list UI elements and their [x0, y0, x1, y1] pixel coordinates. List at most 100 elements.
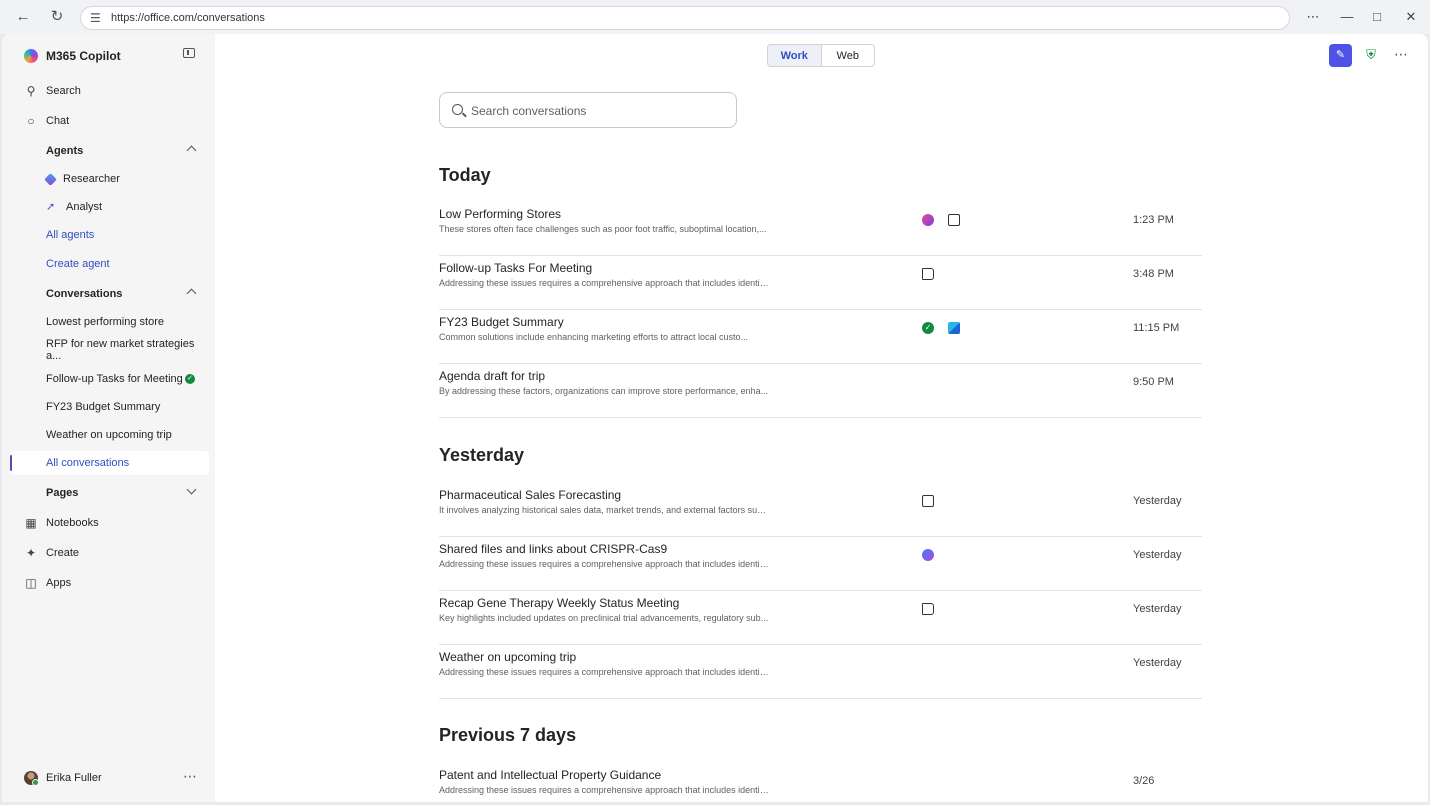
app-window: M365 Copilot ⚲ Search ○ Chat Agents Rese…: [2, 34, 1428, 802]
conversation-time: 1:23 PM: [1133, 214, 1174, 226]
sidebar-item-researcher[interactable]: Researcher: [10, 167, 209, 191]
sidebar-item-apps[interactable]: ◫ Apps: [10, 571, 209, 595]
sidebar-item-label: Follow-up Tasks for Meeting: [46, 373, 183, 385]
conversation-icons: [922, 214, 960, 226]
sidebar-conversation-item[interactable]: Lowest performing store: [10, 310, 209, 334]
brand: M365 Copilot: [24, 47, 121, 65]
user-profile[interactable]: Erika Fuller: [24, 771, 102, 786]
shield-icon[interactable]: ⛨: [1364, 47, 1378, 63]
work-web-toggle: Work Web: [767, 44, 875, 67]
cube-icon: [948, 322, 960, 334]
minimize-icon[interactable]: —: [1338, 8, 1356, 26]
conversation-preview: Key highlights included updates on precl…: [439, 613, 769, 623]
sidebar-item-create[interactable]: ✦ Create: [10, 541, 209, 565]
avatar: [24, 771, 39, 786]
back-icon[interactable]: ←: [14, 8, 32, 26]
browser-menu-icon[interactable]: ⋯: [1304, 8, 1322, 26]
sidebar-item-analyst[interactable]: ➚ Analyst: [10, 195, 209, 219]
conversation-time: Yesterday: [1133, 549, 1182, 561]
search-icon: ⚲: [26, 84, 36, 98]
user-more-icon[interactable]: ⋯: [183, 768, 198, 785]
pages-section-header[interactable]: Pages: [10, 481, 209, 505]
researcher-icon: [44, 172, 57, 186]
page-icon: [948, 214, 960, 226]
sidebar-item-label: Search: [46, 85, 81, 97]
sidebar-item-notebooks[interactable]: ▦ Notebooks: [10, 511, 209, 535]
section-label: Agents: [46, 145, 84, 157]
sidebar-item-search[interactable]: ⚲ Search: [10, 79, 209, 103]
chat-icon: ○: [27, 114, 35, 128]
conversation-title: Weather on upcoming trip: [439, 650, 577, 664]
search-icon: [452, 104, 463, 115]
loop-icon: [922, 214, 934, 226]
brand-name: M365 Copilot: [46, 49, 121, 63]
loop2-icon: [922, 549, 934, 561]
conversation-title: Pharmaceutical Sales Forecasting: [439, 488, 622, 502]
new-chat-button[interactable]: ✎: [1329, 44, 1352, 67]
conversation-time: 11:15 PM: [1133, 322, 1180, 334]
close-icon[interactable]: ✕: [1402, 8, 1420, 26]
sidebar: M365 Copilot ⚲ Search ○ Chat Agents Rese…: [2, 34, 215, 802]
conversation-row[interactable]: Pharmaceutical Sales Forecasting It invo…: [439, 483, 1202, 537]
address-bar[interactable]: ☰ https://office.com/conversations: [80, 6, 1290, 30]
conversation-title: FY23 Budget Summary: [439, 315, 564, 329]
agents-section-header[interactable]: Agents: [10, 139, 209, 163]
conversation-title: Shared files and links about CRISPR-Cas9: [439, 542, 668, 556]
create-agent-link[interactable]: Create agent: [10, 252, 209, 276]
conversation-title: Recap Gene Therapy Weekly Status Meeting: [439, 596, 680, 610]
sidebar-conversation-item[interactable]: RFP for new market strategies a...: [10, 338, 209, 362]
create-icon: ✦: [25, 546, 37, 560]
conversation-row[interactable]: Agenda draft for trip By addressing thes…: [439, 364, 1202, 418]
chevron-up-icon: [186, 145, 197, 156]
site-info-icon[interactable]: ☰: [90, 11, 104, 25]
conversation-row[interactable]: Patent and Intellectual Property Guidanc…: [439, 763, 1202, 802]
conversation-row[interactable]: Shared files and links about CRISPR-Cas9…: [439, 537, 1202, 591]
conversation-icons: [922, 495, 934, 507]
maximize-icon[interactable]: □: [1368, 8, 1386, 26]
conversation-row[interactable]: Low Performing Stores These stores often…: [439, 202, 1202, 256]
refresh-icon[interactable]: ↻: [48, 8, 66, 26]
page-icon: [922, 495, 934, 507]
conversation-row[interactable]: Recap Gene Therapy Weekly Status Meeting…: [439, 591, 1202, 645]
book-icon: [922, 268, 934, 280]
sidebar-item-label: Chat: [46, 115, 70, 127]
conversation-time: 3:48 PM: [1133, 268, 1174, 280]
all-conversations-link[interactable]: All conversations: [10, 451, 209, 475]
apps-icon: ◫: [25, 576, 37, 590]
more-options-icon[interactable]: ⋯: [1394, 46, 1409, 63]
selection-indicator: [10, 455, 12, 471]
search-conversations-input[interactable]: Search conversations: [439, 92, 737, 128]
all-agents-link[interactable]: All agents: [10, 223, 209, 247]
group-header-yesterday: Yesterday: [439, 445, 525, 465]
sidebar-item-label: Notebooks: [46, 517, 99, 529]
chevron-down-icon: [186, 484, 197, 495]
sidebar-item-label: Analyst: [66, 201, 103, 213]
conversations-section-header[interactable]: Conversations: [10, 282, 209, 306]
tab-work[interactable]: Work: [768, 45, 822, 66]
sidebar-item-chat[interactable]: ○ Chat: [10, 109, 209, 133]
copilot-logo-icon: [24, 49, 38, 63]
user-name: Erika Fuller: [46, 772, 102, 784]
sidebar-item-label: Apps: [46, 577, 72, 589]
sidebar-conversation-item[interactable]: FY23 Budget Summary: [10, 395, 209, 419]
completed-check-icon: ✓: [185, 374, 195, 384]
compose-icon: ✎: [1335, 49, 1346, 61]
sidebar-conversation-item[interactable]: Weather on upcoming trip: [10, 423, 209, 447]
conversation-title: Follow-up Tasks For Meeting: [439, 261, 593, 275]
sidebar-conversation-item[interactable]: Follow-up Tasks for Meeting ✓: [10, 367, 209, 391]
conversation-icons: [922, 268, 934, 280]
conversation-row[interactable]: FY23 Budget Summary Common solutions inc…: [439, 310, 1202, 364]
tab-web[interactable]: Web: [822, 45, 875, 66]
analyst-icon: ➚: [46, 201, 56, 213]
collapse-sidebar-icon[interactable]: [183, 48, 195, 58]
notebook-icon: ▦: [25, 516, 37, 530]
conversation-row[interactable]: Follow-up Tasks For Meeting Addressing t…: [439, 256, 1202, 310]
conversation-preview: Addressing these issues requires a compr…: [439, 667, 769, 677]
conversation-row[interactable]: Weather on upcoming trip Addressing thes…: [439, 645, 1202, 699]
group-header-previous-7-days: Previous 7 days: [439, 725, 577, 745]
conversation-preview: By addressing these factors, organizatio…: [439, 386, 769, 396]
conversation-preview: Addressing these issues requires a compr…: [439, 278, 769, 288]
conversation-time: Yesterday: [1133, 657, 1182, 669]
browser-chrome: ← ↻ ☰ https://office.com/conversations ⋯…: [0, 0, 1430, 34]
conversation-title: Low Performing Stores: [439, 207, 562, 221]
